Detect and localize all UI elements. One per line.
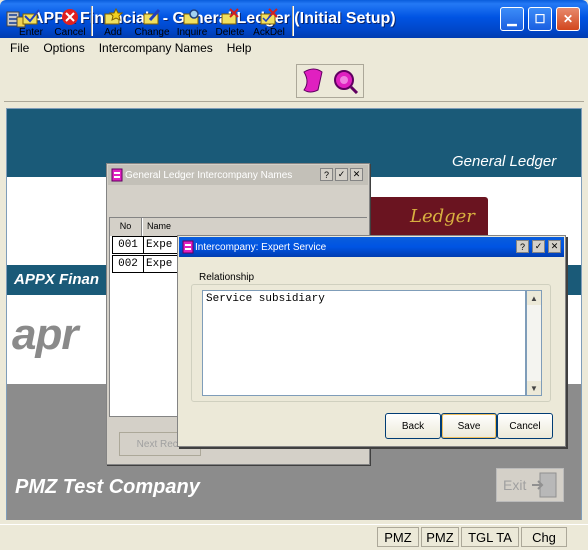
add-button[interactable]: Add	[98, 2, 128, 38]
maximize-icon: ☐	[534, 12, 546, 26]
scroll-icon[interactable]	[300, 68, 328, 94]
detail-close-button[interactable]: ✕	[548, 240, 561, 253]
exit-door-icon	[532, 472, 557, 498]
menu-bar: File Options Intercompany Names Help	[0, 38, 588, 58]
inquire-button[interactable]: Inquire	[174, 2, 210, 38]
appx-financials-label: APPX Finan	[14, 271, 100, 288]
column-header-no[interactable]: No	[110, 218, 142, 236]
back-button[interactable]: Back	[385, 413, 441, 439]
names-dialog-title: General Ledger Intercompany Names	[125, 170, 293, 181]
minimize-button[interactable]: ▁	[500, 7, 524, 31]
dialog-app-icon	[182, 240, 194, 254]
names-ok-button[interactable]: ✓	[335, 168, 348, 181]
enter-label: Enter	[19, 27, 43, 38]
relationship-textarea[interactable]: Service subsidiary	[202, 290, 526, 396]
add-icon	[104, 8, 123, 25]
save-button[interactable]: Save	[441, 413, 497, 439]
ackdel-button[interactable]: AckDel	[250, 2, 288, 38]
delete-icon	[221, 8, 239, 25]
dialog-app-icon	[111, 168, 123, 182]
exit-label: Exit	[503, 477, 527, 493]
inquire-icon	[183, 9, 199, 25]
toolbar-separator	[91, 6, 93, 36]
change-icon	[143, 8, 161, 25]
appx-logo: apr	[12, 310, 78, 359]
toolbar-separator	[292, 6, 294, 36]
menu-options[interactable]: Options	[43, 41, 84, 55]
status-cell-1: PMZ	[377, 527, 419, 547]
row-1-name[interactable]: Expe	[143, 236, 179, 254]
cancel-button[interactable]: Cancel	[52, 2, 88, 38]
status-cell-2: PMZ	[421, 527, 459, 547]
menu-file[interactable]: File	[10, 41, 29, 55]
names-close-button[interactable]: ✕	[350, 168, 363, 181]
magnifier-icon[interactable]	[332, 68, 360, 94]
change-label: Change	[134, 27, 170, 38]
minimize-icon: ▁	[507, 12, 517, 26]
menu-help[interactable]: Help	[227, 41, 252, 55]
column-header-name[interactable]: Name	[143, 218, 367, 236]
company-name: PMZ Test Company	[15, 476, 200, 498]
cancel-icon	[62, 9, 78, 25]
delete-label: Delete	[215, 27, 245, 38]
delete-button[interactable]: Delete	[212, 2, 248, 38]
row-1-no[interactable]: 001	[112, 236, 144, 254]
ackdel-icon	[260, 8, 278, 25]
enter-icon	[22, 9, 40, 25]
relationship-label: Relationship	[197, 272, 257, 283]
row-2-name[interactable]: Expe	[143, 255, 179, 273]
cancel-dialog-button[interactable]: Cancel	[497, 413, 553, 439]
enter-button[interactable]: Enter	[14, 2, 48, 38]
names-help-button[interactable]: ?	[320, 168, 333, 181]
cancel-label: Cancel	[54, 27, 86, 38]
status-cell-3: TGL TA	[461, 527, 519, 547]
scroll-up-icon[interactable]: ▲	[527, 291, 541, 305]
row-2-no[interactable]: 002	[112, 255, 144, 273]
status-cell-4: Chg	[521, 527, 567, 547]
inquire-label: Inquire	[176, 27, 208, 38]
ledger-book-text: Ledger	[410, 206, 475, 227]
change-button[interactable]: Change	[134, 2, 170, 38]
exit-button[interactable]: Exit	[496, 468, 564, 502]
close-button[interactable]: ✕	[556, 7, 580, 31]
ackdel-label: AckDel	[253, 27, 285, 38]
detail-dialog-title: Intercompany: Expert Service	[195, 242, 327, 253]
toolbar	[4, 60, 584, 102]
maximize-button[interactable]: ☐	[528, 7, 552, 31]
close-icon: ✕	[562, 12, 574, 26]
menu-intercompany-names[interactable]: Intercompany Names	[99, 41, 213, 55]
detail-ok-button[interactable]: ✓	[532, 240, 545, 253]
scroll-down-icon[interactable]: ▼	[527, 381, 541, 395]
detail-help-button[interactable]: ?	[516, 240, 529, 253]
add-label: Add	[104, 27, 122, 38]
general-ledger-label: General Ledger	[452, 153, 557, 170]
